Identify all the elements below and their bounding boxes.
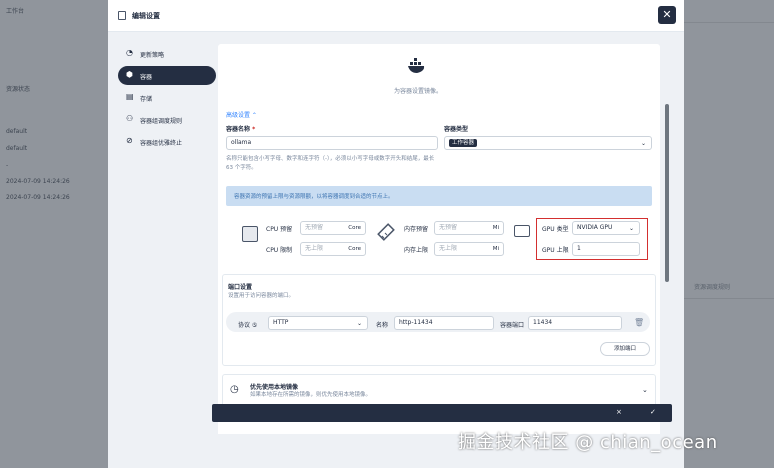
schedule-icon: ⚇ (126, 114, 134, 123)
port-name-input[interactable]: http-11434 (394, 316, 494, 330)
image-area[interactable]: 为容器设置镜像。 (326, 44, 642, 100)
modal-title: 编辑设置 (132, 12, 160, 20)
gpu-limit-label: GPU 上限 (542, 247, 569, 254)
cpu-icon (242, 226, 258, 242)
docker-icon (408, 58, 425, 73)
cpu-reserve-label: CPU 预留 (266, 226, 293, 233)
bg-row-text: 2024-07-09 14:24:26 (6, 178, 70, 185)
cpu-reserve-input[interactable]: 无预留 Core (300, 221, 366, 235)
cancel-edit-button[interactable]: × (616, 408, 622, 416)
advanced-settings-toggle[interactable]: 高级设置 ⌃ (226, 110, 257, 119)
port-name-label: 名称 (376, 322, 389, 329)
nav-item-graceful-termination[interactable]: ⊘ 容器组优雅终止 (118, 132, 216, 151)
gpu-limit-input[interactable]: 1 (572, 242, 640, 256)
cpu-limit-label: CPU 限制 (266, 247, 293, 254)
edit-settings-modal: 编辑设置 ✕ ◔ 更新策略 ⬢ 容器 ▤ 存储 ⚇ 容器组调度规则 ⊘ 容器组优… (108, 0, 684, 468)
cpu-limit-input[interactable]: 无上限 Core (300, 242, 366, 256)
settings-nav: ◔ 更新策略 ⬢ 容器 ▤ 存储 ⚇ 容器组调度规则 ⊘ 容器组优雅终止 (118, 44, 216, 154)
image-hint: 为容器设置镜像。 (394, 88, 443, 95)
memory-reserve-input[interactable]: 无预留 Mi (434, 221, 504, 235)
container-type-label: 容器类型 (444, 126, 469, 133)
memory-reserve-label: 内存预留 (404, 226, 429, 233)
nav-item-label: 更新策略 (140, 52, 165, 59)
memory-icon (377, 223, 395, 241)
edit-confirm-bar: × ✓ (212, 404, 672, 422)
clock-icon: ◷ (230, 384, 239, 395)
nav-item-schedule-rules[interactable]: ⚇ 容器组调度规则 (118, 110, 216, 129)
nav-item-storage[interactable]: ▤ 存储 (118, 88, 216, 107)
chevron-down-icon: ⌄ (356, 320, 362, 327)
container-port-input[interactable]: 11434 (528, 316, 622, 330)
container-icon: ⬢ (126, 70, 133, 79)
chevron-down-icon[interactable]: ⌄ (642, 386, 648, 394)
gpu-type-select[interactable]: NVIDIA GPU ⌄ (572, 221, 640, 235)
protocol-label: 协议 ⑤ (238, 322, 258, 329)
close-button[interactable]: ✕ (658, 6, 676, 24)
bg-row-text: default (6, 128, 28, 135)
content-scrollbar[interactable] (662, 44, 670, 444)
watermark: 掘金技术社区 @ chian_ocean (458, 432, 718, 453)
memory-limit-label: 内存上限 (404, 247, 429, 254)
scrollbar-thumb[interactable] (665, 104, 669, 282)
settings-doc-icon (118, 11, 126, 20)
resource-info-banner: 容器资源的预留上限与资源限额，以将容器调度到合适的节点上。 (226, 186, 652, 206)
bg-workbench-label: 工作台 (6, 8, 25, 15)
container-type-select[interactable]: 工作容器 ⌄ (444, 136, 652, 150)
update-icon: ◔ (126, 48, 133, 57)
trash-icon[interactable]: 🗑 (634, 318, 644, 327)
storage-icon: ▤ (126, 92, 134, 101)
port-settings-desc: 设置用于访问容器的端口。 (228, 293, 295, 299)
container-port-label: 容器端口 (500, 322, 525, 329)
chevron-down-icon: ⌄ (628, 225, 634, 232)
nav-item-label: 容器组调度规则 (140, 118, 183, 125)
close-icon: ✕ (662, 8, 672, 21)
container-name-hint: 名称只能包含小写字母、数字和连字符（-），必须以小写字母或数字开头和结尾，最长 … (226, 156, 435, 171)
modal-header: 编辑设置 ✕ (108, 0, 684, 32)
confirm-edit-button[interactable]: ✓ (650, 408, 656, 416)
add-port-button[interactable]: 添加端口 (600, 342, 650, 356)
gpu-type-label: GPU 类型 (542, 226, 569, 233)
nav-item-update-strategy[interactable]: ◔ 更新策略 (118, 44, 216, 63)
chevron-down-icon: ⌄ (640, 140, 646, 147)
memory-limit-input[interactable]: 无上限 Mi (434, 242, 504, 256)
protocol-select[interactable]: HTTP ⌄ (268, 316, 368, 330)
gpu-icon (514, 225, 530, 237)
bg-schedule-rule-text: 资源调度规则 (694, 284, 731, 291)
nav-item-label: 容器 (140, 74, 153, 81)
bg-row-text: - (6, 162, 9, 169)
bg-row-text: 2024-07-09 14:24:26 (6, 194, 70, 201)
bg-row-text: default (6, 145, 28, 152)
background-app-left: 工作台 资源状态 default default - 2024-07-09 14… (0, 0, 108, 468)
local-image-desc: 如果本地存在所需的镜像，则优先使用本地镜像。 (250, 392, 372, 398)
nav-item-container[interactable]: ⬢ 容器 (118, 66, 216, 85)
container-type-tag: 工作容器 (449, 139, 478, 147)
container-name-input[interactable]: ollama (226, 136, 438, 150)
local-image-title: 优先使用本地镜像 (250, 384, 299, 391)
port-settings-title: 端口设置 (228, 284, 253, 291)
container-name-label: 容器名称 * (226, 126, 256, 133)
bg-status-label: 资源状态 (6, 86, 31, 93)
nav-item-label: 容器组优雅终止 (140, 140, 183, 147)
background-app-right: 资源调度规则 (684, 0, 774, 468)
nav-item-label: 存储 (140, 96, 153, 103)
terminate-icon: ⊘ (126, 136, 133, 145)
